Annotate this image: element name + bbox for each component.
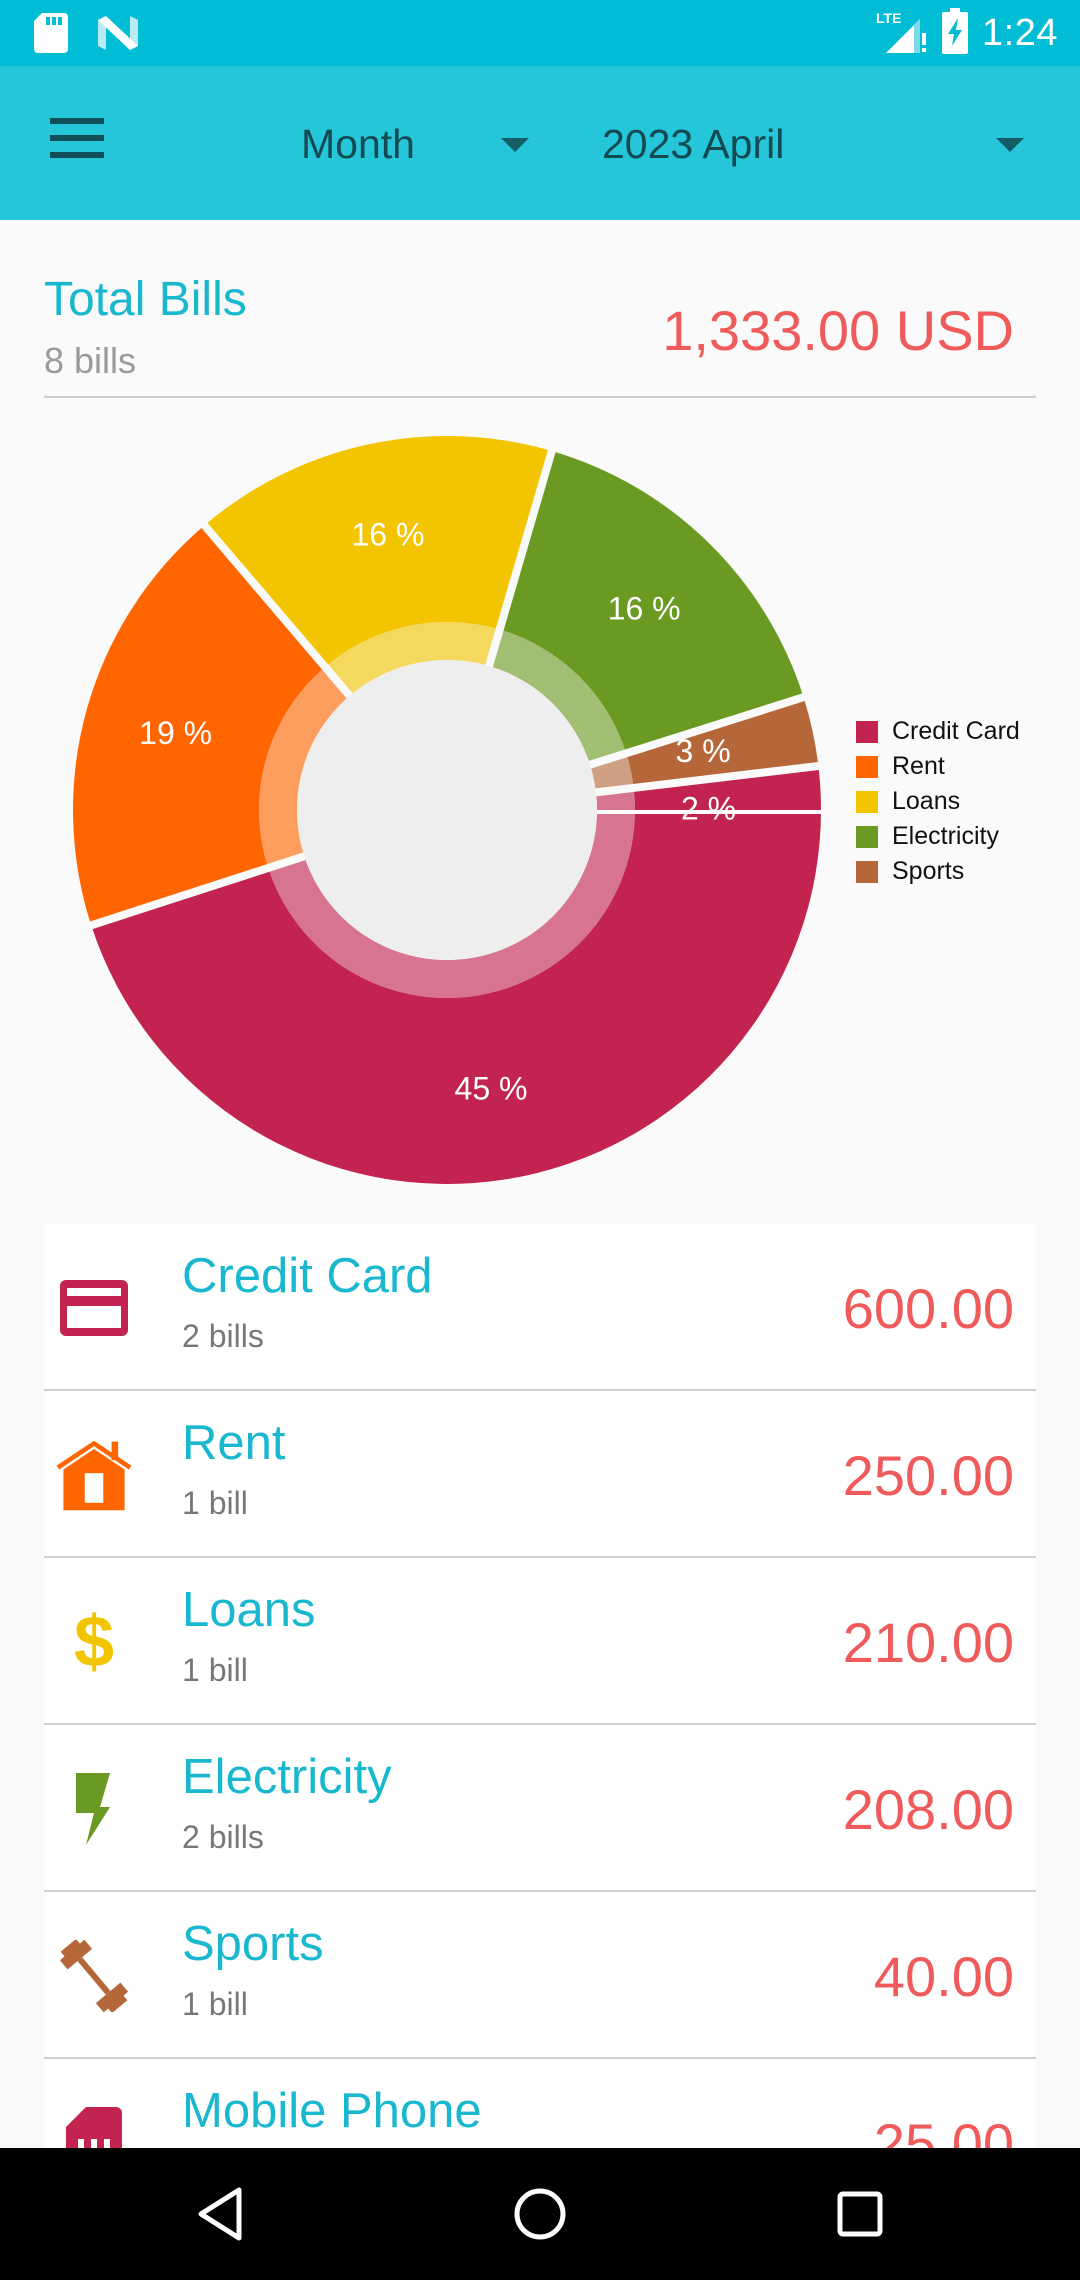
- recents-icon[interactable]: [822, 2176, 898, 2252]
- pie-slice-percent-label: 45 %: [455, 1071, 528, 1107]
- category-name: Electricity: [182, 1750, 392, 1804]
- summary-total-amount: 1,333.00 USD: [662, 299, 1014, 362]
- chevron-down-icon: [996, 138, 1024, 152]
- pie-slice-percent-label: 2 %: [681, 791, 736, 827]
- category-amount: 208.00: [842, 1778, 1014, 1841]
- legend-label: Loans: [892, 787, 961, 815]
- dumbbell-icon: [56, 1938, 132, 2014]
- category-bill-count: 2 bills: [182, 1819, 264, 1855]
- category-name: Rent: [182, 1416, 286, 1470]
- chart-legend: Credit Card Rent Loans Electricity Sports: [856, 714, 1020, 889]
- month-spinner-value: 2023 April: [602, 120, 785, 167]
- pie-slice-percent-label: 3 %: [676, 733, 731, 769]
- category-name: Mobile Phone: [182, 2084, 482, 2138]
- credit-card-icon: [56, 1270, 132, 1346]
- status-bar: LTE 1:24: [0, 0, 1080, 66]
- lightning-icon: [56, 1771, 132, 1847]
- category-name: Credit Card: [182, 1249, 433, 1303]
- legend-label: Rent: [892, 752, 945, 780]
- category-row-electricity[interactable]: Electricity 2 bills 208.00: [44, 1725, 1036, 1892]
- legend-label: Electricity: [892, 822, 999, 850]
- pie-slice-percent-label: 16 %: [351, 516, 424, 552]
- category-row-loans[interactable]: $ Loans 1 bill 210.00: [44, 1558, 1036, 1725]
- legend-item: Loans: [856, 784, 1020, 819]
- legend-item: Electricity: [856, 819, 1020, 854]
- chevron-down-icon: [501, 138, 529, 152]
- category-row-rent[interactable]: Rent 1 bill 250.00: [44, 1391, 1036, 1558]
- pie-center-hole: [297, 660, 597, 960]
- house-icon: [56, 1437, 132, 1513]
- category-bill-count: 1 bill: [182, 1986, 248, 2022]
- category-row-credit-card[interactable]: Credit Card 2 bills 600.00: [44, 1224, 1036, 1391]
- legend-item: Credit Card: [856, 714, 1020, 749]
- summary-title: Total Bills: [44, 273, 247, 326]
- category-amount: 600.00: [842, 1277, 1014, 1340]
- svg-text:$: $: [74, 1608, 114, 1676]
- battery-charging-icon: [942, 7, 969, 59]
- category-amount: 210.00: [842, 1611, 1014, 1674]
- app-toolbar: Month 2023 April: [0, 66, 1080, 220]
- legend-swatch: [856, 720, 878, 743]
- period-spinner[interactable]: Month: [301, 114, 531, 174]
- legend-swatch: [856, 790, 878, 813]
- legend-label: Credit Card: [892, 717, 1020, 745]
- legend-item: Rent: [856, 749, 1020, 784]
- pie-slice-percent-label: 19 %: [139, 715, 212, 751]
- pie-slice-percent-label: 16 %: [608, 590, 681, 626]
- n-logo-icon: [98, 16, 138, 55]
- summary-bill-count: 8 bills: [44, 340, 137, 381]
- category-amount: 250.00: [842, 1444, 1014, 1507]
- category-row-sports[interactable]: Sports 1 bill 40.00: [44, 1892, 1036, 2059]
- category-name: Loans: [182, 1583, 316, 1637]
- svg-text:LTE: LTE: [876, 10, 901, 26]
- hamburger-menu-icon[interactable]: [50, 118, 104, 162]
- system-nav-bar: [0, 2148, 1080, 2280]
- lte-signal-icon: LTE: [876, 9, 928, 58]
- clock: 1:24: [982, 11, 1058, 54]
- sd-card-icon: [34, 13, 68, 58]
- category-list[interactable]: Credit Card 2 bills 600.00 Rent 1 bill 250.00…: [44, 1224, 1036, 2226]
- bills-summary: Total Bills 8 bills 1,333.00 USD: [44, 270, 1036, 398]
- category-bill-count: 2 bills: [182, 1318, 264, 1354]
- home-icon[interactable]: [502, 2176, 578, 2252]
- legend-swatch: [856, 825, 878, 848]
- period-spinner-value: Month: [301, 120, 415, 167]
- legend-item: Sports: [856, 854, 1020, 889]
- month-spinner[interactable]: 2023 April: [602, 114, 1042, 174]
- category-amount: 40.00: [873, 1945, 1014, 2008]
- category-bill-count: 1 bill: [182, 1485, 248, 1521]
- bills-pie-chart[interactable]: 45 % 19 % 16 % 16 % 3 % 2 % Credit Card Rent Lo…: [0, 420, 1080, 1210]
- dollar-icon: $: [56, 1604, 132, 1680]
- legend-swatch: [856, 860, 878, 883]
- legend-label: Sports: [892, 857, 965, 885]
- category-bill-count: 1 bill: [182, 1652, 248, 1688]
- category-name: Sports: [182, 1917, 324, 1971]
- legend-swatch: [856, 755, 878, 778]
- back-icon[interactable]: [182, 2176, 258, 2252]
